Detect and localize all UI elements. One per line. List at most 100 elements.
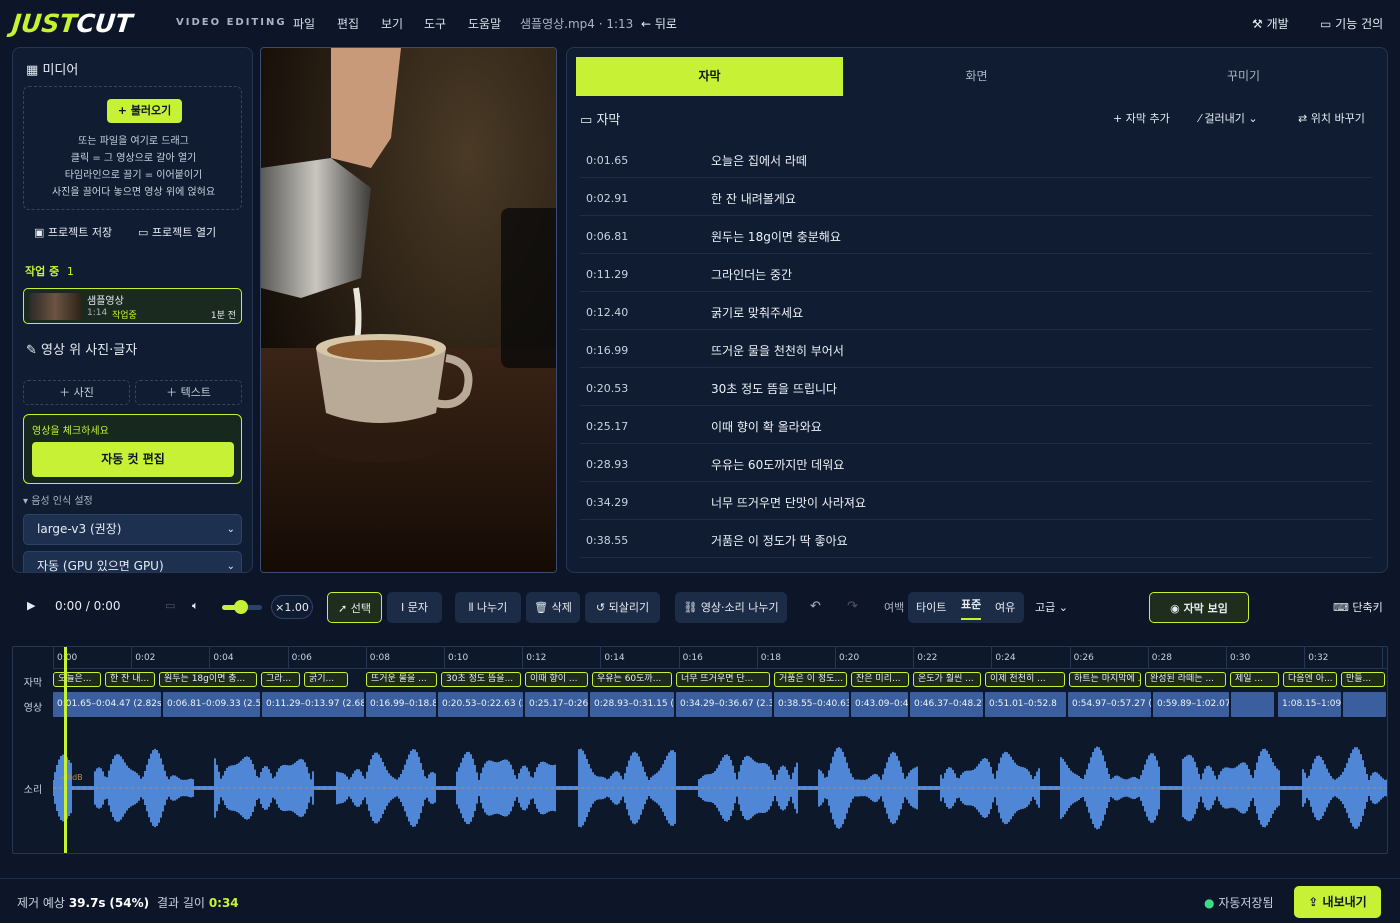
back-button[interactable]: ← 뒤로	[641, 15, 677, 32]
menu-file[interactable]: 파일	[293, 15, 315, 32]
add-photo-button[interactable]: ＋ 사진	[23, 380, 130, 405]
video-segment[interactable]: 0:01.65–0:04.47 (2.82s)	[53, 692, 161, 717]
tab-subtitles[interactable]: 자막	[576, 57, 843, 96]
add-subtitle-button[interactable]: + 자막 추가	[1113, 110, 1170, 126]
subtitle-block[interactable]: 굵기...	[304, 672, 348, 687]
subtitle-text[interactable]: 우유는 60도까지만 데워요	[711, 456, 844, 473]
subtitle-row[interactable]: 0:38.55 거품은 이 정도가 딱 좋아요	[580, 520, 1372, 558]
video-segment[interactable]: 0:25.17–0:26.8	[525, 692, 588, 717]
add-text-button[interactable]: ＋ 텍스트	[135, 380, 242, 405]
video-segment[interactable]: 0:54.97–0:57.27 (2.3	[1068, 692, 1151, 717]
caption-icon[interactable]: ▭	[165, 599, 175, 612]
subtitle-block[interactable]: 30초 정도 뜸을...	[441, 672, 521, 687]
video-segment[interactable]: 0:43.09–0:44	[851, 692, 908, 717]
shortcuts-button[interactable]: ⌨ 단축키	[1333, 599, 1383, 615]
subtitle-text[interactable]: 한 잔 내려볼게요	[711, 190, 796, 207]
subtitle-text[interactable]: 거품은 이 정도가 딱 좋아요	[711, 532, 848, 549]
speed-button[interactable]: ×1.00	[271, 595, 313, 619]
video-segment[interactable]: 0:38.55–0:40.63 (2	[774, 692, 849, 717]
playhead[interactable]	[64, 647, 67, 853]
drop-zone[interactable]: + 불러오기 또는 파일을 여기로 드래그 클릭 = 그 영상으로 갈아 열기 …	[23, 86, 242, 210]
feedback-button[interactable]: ▭ 기능 건의	[1320, 15, 1383, 32]
text-tool-button[interactable]: I 문자	[387, 592, 442, 623]
menu-help[interactable]: 도움말	[468, 15, 501, 32]
video-preview[interactable]	[260, 47, 557, 573]
video-segment[interactable]	[1343, 692, 1386, 717]
subtitle-block[interactable]: 원두는 18g이면 충...	[159, 672, 257, 687]
subtitle-block[interactable]: 이때 향이 ...	[525, 672, 588, 687]
subtitle-row[interactable]: 0:12.40 굵기로 맞춰주세요	[580, 292, 1372, 330]
subtitle-row[interactable]: 0:16.99 뜨거운 물을 천천히 부어서	[580, 330, 1372, 368]
subtitle-block[interactable]: 뜨거운 물을 ...	[366, 672, 437, 687]
video-segment[interactable]: 0:06.81–0:09.33 (2.52s)	[163, 692, 260, 717]
model-select[interactable]: large-v3 (권장) ⌄	[23, 514, 242, 545]
split-av-button[interactable]: ⛓ 영상·소리 나누기	[675, 592, 787, 623]
tab-decorate[interactable]: 꾸미기	[1110, 57, 1377, 96]
show-subtitles-button[interactable]: ◉ 자막 보임	[1149, 592, 1249, 623]
play-icon[interactable]: ▶	[27, 599, 35, 612]
swap-position-button[interactable]: ⇄ 위치 바꾸기	[1298, 110, 1365, 126]
video-segment[interactable]: 0:16.99–0:18.89	[366, 692, 436, 717]
device-select[interactable]: 자동 (GPU 있으면 GPU) ⌄	[23, 551, 242, 572]
open-project-button[interactable]: ▭ 프로젝트 열기	[138, 224, 216, 240]
margin-tight[interactable]: 타이트	[916, 592, 946, 623]
video-segment[interactable]: 0:28.93–0:31.15 (2.	[590, 692, 674, 717]
video-segment[interactable]: 1:08.15–1:09.8	[1278, 692, 1341, 717]
subtitle-block[interactable]: 거품은 이 정도...	[774, 672, 847, 687]
subtitle-row[interactable]: 0:01.65 오늘은 집에서 라떼	[580, 140, 1372, 178]
video-segment[interactable]: 0:51.01–0:52.8	[985, 692, 1066, 717]
menu-edit[interactable]: 편집	[337, 15, 359, 32]
asr-settings-toggle[interactable]: ▾ 음성 인식 설정	[23, 492, 93, 507]
video-segment[interactable]: 0:20.53–0:22.63 (2	[438, 692, 523, 717]
subtitle-block[interactable]: 제일 ...	[1230, 672, 1279, 687]
subtitle-text[interactable]: 굵기로 맞춰주세요	[711, 304, 803, 321]
subtitle-text[interactable]: 이때 향이 확 올라와요	[711, 418, 822, 435]
subtitle-block[interactable]: 하트는 마지막에 ...	[1069, 672, 1141, 687]
subtitle-text[interactable]: 그라인더는 중간	[711, 266, 792, 283]
subtitle-block[interactable]: 만들...	[1341, 672, 1385, 687]
export-button[interactable]: ⇪ 내보내기	[1294, 886, 1381, 918]
tab-screen[interactable]: 화면	[843, 57, 1110, 96]
audio-waveform[interactable]	[53, 721, 1388, 854]
load-button[interactable]: + 불러오기	[107, 99, 182, 123]
subtitle-block[interactable]: 잔은 미리...	[851, 672, 909, 687]
menu-tools[interactable]: 도구	[424, 15, 446, 32]
subtitle-row[interactable]: 0:06.81 원두는 18g이면 충분해요	[580, 216, 1372, 254]
restore-button[interactable]: ↺ 되살리기	[585, 592, 660, 623]
subtitle-row[interactable]: 0:34.29 너무 뜨거우면 단맛이 사라져요	[580, 482, 1372, 520]
subtitle-text[interactable]: 원두는 18g이면 충분해요	[711, 228, 841, 245]
subtitle-text[interactable]: 뜨거운 물을 천천히 부어서	[711, 342, 844, 359]
subtitle-block[interactable]: 온도가 훨씬 ...	[913, 672, 981, 687]
undo-icon[interactable]: ↶	[810, 599, 821, 614]
subtitle-block[interactable]: 오늘은...	[53, 672, 101, 687]
volume-icon[interactable]: 🔈︎	[192, 599, 199, 613]
auto-cut-button[interactable]: 자동 컷 편집	[32, 442, 234, 477]
subtitle-text[interactable]: 30초 정도 뜸을 뜨립니다	[711, 380, 837, 397]
video-segment[interactable]: 0:34.29–0:36.67 (2.38	[676, 692, 772, 717]
subtitle-block[interactable]: 너무 뜨거우면 단...	[676, 672, 770, 687]
subtitle-row[interactable]: 0:28.93 우유는 60도까지만 데워요	[580, 444, 1372, 482]
filter-button[interactable]: ⁄ 걸러내기 ⌄	[1199, 110, 1258, 126]
timeline[interactable]: 0:00 0:02 0:04 0:06 0:08 0:10 0:12 0:14 0:16 0:18…	[12, 646, 1388, 854]
subtitle-block[interactable]: 그라...	[261, 672, 300, 687]
subtitle-text[interactable]: 너무 뜨거우면 단맛이 사라져요	[711, 494, 866, 511]
dev-button[interactable]: ⚒ 개발	[1252, 15, 1289, 32]
time-ruler[interactable]: 0:00 0:02 0:04 0:06 0:08 0:10 0:12 0:14 0:16 0:18…	[53, 647, 1387, 669]
subtitle-text[interactable]: 오늘은 집에서 라떼	[711, 152, 807, 169]
subtitle-row[interactable]: 0:25.17 이때 향이 확 올라와요	[580, 406, 1372, 444]
menu-view[interactable]: 보기	[381, 15, 403, 32]
subtitle-block[interactable]: 완성된 라떼는 ...	[1145, 672, 1226, 687]
video-segment[interactable]	[1231, 692, 1274, 717]
margin-standard[interactable]: 표준	[961, 592, 982, 620]
advanced-button[interactable]: 고급 ⌄	[1035, 599, 1068, 615]
volume-knob[interactable]	[234, 600, 248, 614]
video-segment[interactable]: 0:46.37–0:48.27	[910, 692, 983, 717]
subtitle-block[interactable]: 다음엔 아...	[1283, 672, 1337, 687]
project-card[interactable]: 샘플영상 1:14 작업중 1분 전	[23, 288, 242, 324]
select-tool-button[interactable]: ➚ 선택	[327, 592, 382, 623]
split-button[interactable]: ⫴ 나누기	[455, 592, 521, 623]
video-segment[interactable]: 0:59.89–1:02.07 (2.	[1153, 692, 1229, 717]
subtitle-block[interactable]: 이제 천천히 ...	[985, 672, 1065, 687]
subtitle-block[interactable]: 우유는 60도까...	[592, 672, 672, 687]
subtitle-row[interactable]: 0:11.29 그라인더는 중간	[580, 254, 1372, 292]
